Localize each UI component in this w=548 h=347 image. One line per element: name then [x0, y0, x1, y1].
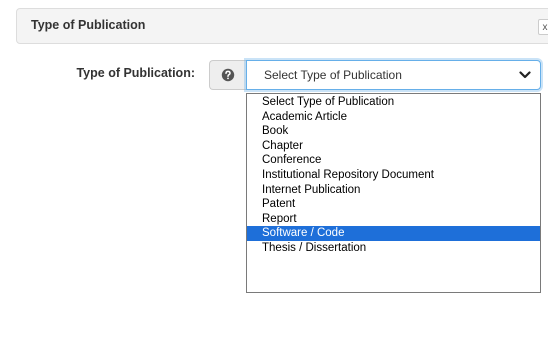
dropdown-option[interactable]: Software / Code [247, 226, 540, 241]
help-circle-icon [221, 68, 235, 82]
dropdown-option[interactable]: Report [247, 212, 540, 227]
dropdown-option[interactable]: Conference [247, 153, 540, 168]
help-button[interactable] [209, 60, 246, 90]
dropdown-option[interactable]: Academic Article [247, 110, 540, 125]
panel-close-button[interactable]: x [538, 19, 548, 35]
publication-type-label: Type of Publication: [76, 66, 195, 80]
dropdown-option[interactable]: Patent [247, 197, 540, 212]
dropdown-option[interactable]: Select Type of Publication [247, 95, 540, 110]
dropdown-option[interactable]: Thesis / Dissertation [247, 241, 540, 256]
publication-type-dropdown[interactable]: Select Type of Publication Academic Artic… [246, 93, 541, 293]
panel-title: Type of Publication [31, 18, 146, 32]
dropdown-option[interactable]: Chapter [247, 139, 540, 154]
panel-header: Type of Publication x [16, 8, 548, 44]
select-current-value: Select Type of Publication [264, 68, 402, 82]
dropdown-option[interactable]: Institutional Repository Document [247, 168, 540, 183]
publication-type-select[interactable]: Select Type of Publication [246, 60, 541, 90]
chevron-down-icon [519, 71, 531, 79]
dropdown-option[interactable]: Book [247, 124, 540, 139]
dropdown-option[interactable]: Internet Publication [247, 183, 540, 198]
